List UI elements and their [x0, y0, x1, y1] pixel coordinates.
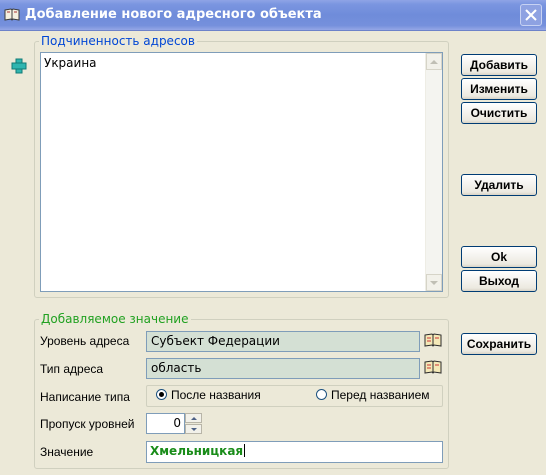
- close-icon: [525, 9, 537, 21]
- skip-levels-input[interactable]: 0: [146, 413, 185, 434]
- value-label: Значение: [40, 445, 94, 459]
- dialog-window: Добавление нового адресного объекта Подч…: [0, 0, 546, 475]
- text-caret: [244, 444, 246, 457]
- book-icon: [424, 360, 442, 374]
- arrow-up-icon: [190, 416, 197, 420]
- list-scrollbar[interactable]: [425, 53, 442, 291]
- plus-icon[interactable]: [11, 58, 27, 74]
- after-name-label[interactable]: После названия: [171, 388, 261, 402]
- subordination-legend: Подчиненность адресов: [39, 34, 197, 48]
- value-text: Хмельницкая: [150, 444, 244, 458]
- scroll-up-button[interactable]: [426, 53, 442, 70]
- stepper-down-button[interactable]: [185, 424, 202, 434]
- delete-button[interactable]: Удалить: [461, 174, 537, 196]
- after-name-radio[interactable]: [156, 389, 167, 400]
- window-title: Добавление нового адресного объекта: [25, 7, 322, 22]
- list-item[interactable]: Украина: [44, 56, 97, 70]
- level-field[interactable]: Субъект Федерации: [146, 331, 420, 352]
- skip-levels-stepper[interactable]: [185, 413, 202, 434]
- book-icon: [4, 8, 20, 22]
- arrow-down-icon: [430, 280, 438, 285]
- type-lookup-button[interactable]: [424, 360, 442, 375]
- skip-levels-label: Пропуск уровней: [40, 417, 135, 431]
- book-icon: [424, 333, 442, 347]
- new-value-legend: Добавляемое значение: [39, 312, 191, 326]
- add-button[interactable]: Добавить: [461, 54, 537, 76]
- type-field[interactable]: область: [146, 358, 420, 379]
- stepper-up-button[interactable]: [185, 413, 202, 423]
- title-bar[interactable]: Добавление нового адресного объекта: [0, 0, 546, 31]
- spelling-radio-group: После названия Перед названием: [146, 385, 443, 407]
- clear-button[interactable]: Очистить: [461, 102, 537, 124]
- scroll-down-button[interactable]: [426, 274, 442, 291]
- spelling-label: Написание типа: [40, 390, 130, 404]
- value-input[interactable]: Хмельницкая: [146, 441, 443, 463]
- save-button[interactable]: Сохранить: [461, 333, 537, 355]
- close-button[interactable]: [520, 4, 542, 26]
- before-name-radio[interactable]: [316, 389, 327, 400]
- before-name-label[interactable]: Перед названием: [331, 388, 430, 402]
- exit-button[interactable]: Выход: [461, 270, 537, 292]
- level-lookup-button[interactable]: [424, 333, 442, 348]
- type-label: Тип адреса: [40, 362, 104, 376]
- edit-button[interactable]: Изменить: [461, 78, 537, 100]
- arrow-down-icon: [190, 427, 197, 431]
- ok-button[interactable]: Ok: [461, 246, 537, 268]
- level-label: Уровень адреса: [40, 334, 130, 348]
- arrow-up-icon: [430, 59, 438, 64]
- address-list[interactable]: Украина: [40, 52, 443, 292]
